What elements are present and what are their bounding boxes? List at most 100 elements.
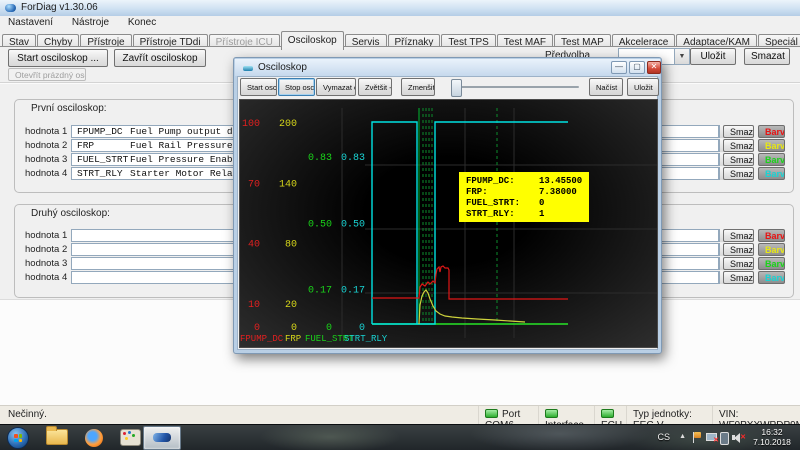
svg-text:140: 140	[279, 179, 297, 190]
svg-text:40: 40	[248, 240, 260, 251]
svg-text:FRP: FRP	[285, 334, 301, 344]
barva-row-button[interactable]: Barva	[758, 153, 785, 166]
paint-icon[interactable]	[120, 429, 141, 446]
fordiag-taskbar-button[interactable]	[143, 426, 181, 450]
signal-name: FUEL_STRT	[77, 154, 128, 166]
smazat-row-button[interactable]: Smazat	[723, 167, 754, 180]
row-label: hodnota 3	[25, 154, 67, 165]
action-center-flag-icon[interactable]	[692, 432, 702, 443]
explorer-icon[interactable]	[46, 429, 68, 445]
row-label: hodnota 1	[25, 126, 67, 137]
ecu-led-icon	[601, 409, 614, 418]
zavrit-osciloskop-button[interactable]: Zavřít osciloskop	[114, 49, 206, 67]
zmen-it-button[interactable]: Zmenšit -	[401, 78, 435, 96]
interface-led-icon	[545, 409, 558, 418]
barva-row-button[interactable]: Barva	[758, 139, 785, 152]
start-oscil-button[interactable]: Start oscil.	[240, 78, 277, 96]
svg-text:10: 10	[248, 300, 260, 311]
svg-text:0: 0	[359, 323, 365, 334]
signal-name: STRT_RLY	[77, 168, 123, 180]
otevrit-prazdny-button[interactable]: Otevřít prázdný osc	[8, 68, 86, 81]
windows-flag-icon	[14, 434, 22, 442]
svg-text:0.50: 0.50	[308, 219, 332, 230]
window-title: ForDiag v1.30.06	[21, 2, 98, 13]
group1-title: První osciloskop:	[31, 103, 107, 114]
row-label: hodnota 4	[25, 168, 67, 179]
row-label: hodnota 3	[25, 258, 67, 269]
status-interface: Interface	[538, 406, 594, 425]
taskbar: CS ▲ ✕ ✕ 16:32 7.10.2018	[0, 424, 800, 450]
chevron-down-icon[interactable]: ▼	[674, 49, 689, 64]
menubar: Nastavení Nástroje Konec	[0, 16, 800, 30]
tray-expand-icon[interactable]: ▲	[679, 433, 686, 440]
svg-text:70: 70	[248, 179, 260, 190]
barva-row-button[interactable]: Barva	[758, 243, 785, 256]
network-icon[interactable]: ✕	[706, 433, 718, 444]
start-osciloskop-button[interactable]: Start osciloskop ...	[8, 49, 108, 67]
smazat-row-button[interactable]: Smazat	[723, 139, 754, 152]
smazat-row-button[interactable]: Smazat	[723, 271, 754, 284]
signal-name: FRP	[77, 140, 94, 152]
ulozit-top-button[interactable]: Uložit	[690, 48, 736, 65]
osc-titlebar[interactable]: Osciloskop	[235, 59, 660, 76]
svg-text:80: 80	[285, 240, 297, 251]
smazat-row-button[interactable]: Smazat	[723, 125, 754, 138]
smazat-top-button[interactable]: Smazat	[744, 48, 790, 65]
smazat-row-button[interactable]: Smazat	[723, 243, 754, 256]
osc-title: Osciloskop	[258, 62, 307, 73]
chart-canvas: 1007040100FPUMP_DC20014080200FRP0.830.50…	[240, 100, 657, 347]
nacist-button[interactable]: Načíst	[589, 78, 623, 96]
tab-strip: StavChybyPřístrojePřístroje TDdiPřístroj…	[2, 30, 800, 47]
svg-text:0.83: 0.83	[308, 153, 332, 164]
device-icon[interactable]	[720, 432, 729, 445]
svg-text:0.83: 0.83	[341, 153, 365, 164]
svg-text:0: 0	[326, 323, 332, 334]
close-button[interactable]: ✕	[647, 61, 661, 74]
firefox-icon[interactable]	[85, 429, 103, 447]
svg-text:20: 20	[285, 300, 297, 311]
menu-nastroje[interactable]: Nástroje	[64, 16, 117, 28]
svg-text:200: 200	[279, 119, 297, 130]
group2-title: Druhý osciloskop:	[31, 208, 110, 219]
barva-row-button[interactable]: Barva	[758, 271, 785, 284]
osc-window-icon	[243, 66, 253, 71]
vymazat-oscil-button[interactable]: Vymazat oscil	[316, 78, 356, 96]
fordiag-task-icon	[153, 433, 171, 442]
svg-text:0: 0	[254, 323, 260, 334]
svg-text:FPUMP_DC: FPUMP_DC	[240, 334, 284, 344]
volume-muted-icon[interactable]: ✕	[732, 432, 746, 443]
zv-t-it-button[interactable]: Zvětšit +	[358, 78, 392, 96]
svg-text:0.50: 0.50	[341, 219, 365, 230]
app-icon	[5, 4, 16, 12]
zoom-slider-thumb[interactable]	[451, 79, 462, 97]
main-titlebar[interactable]: ForDiag v1.30.06	[0, 0, 800, 17]
clock[interactable]: 16:32 7.10.2018	[747, 427, 797, 447]
menu-konec[interactable]: Konec	[120, 16, 164, 28]
menu-nastaveni[interactable]: Nastavení	[0, 16, 61, 28]
barva-row-button[interactable]: Barva	[758, 125, 785, 138]
language-indicator[interactable]: CS	[657, 432, 670, 442]
maximize-button[interactable]: ▢	[629, 61, 645, 74]
svg-text:0.17: 0.17	[341, 286, 365, 297]
oscilloscope-chart[interactable]: 1007040100FPUMP_DC20014080200FRP0.830.50…	[239, 99, 658, 348]
barva-row-button[interactable]: Barva	[758, 229, 785, 242]
status-port: Port COM6	[478, 406, 538, 425]
tab-osciloskop[interactable]: Osciloskop	[281, 31, 344, 50]
svg-text:0.17: 0.17	[308, 286, 332, 297]
row-label: hodnota 4	[25, 272, 67, 283]
zoom-slider-track[interactable]	[451, 86, 579, 88]
barva-row-button[interactable]: Barva	[758, 257, 785, 270]
svg-text:STRT_RLY: STRT_RLY	[344, 334, 388, 344]
screen: ForDiag v1.30.06 Nastavení Nástroje Kone…	[0, 0, 800, 450]
minimize-button[interactable]: —	[611, 61, 627, 74]
start-button[interactable]	[7, 427, 29, 449]
barva-row-button[interactable]: Barva	[758, 167, 785, 180]
ulozit-osc-button[interactable]: Uložit	[627, 78, 659, 96]
row-label: hodnota 2	[25, 244, 67, 255]
tray-date: 7.10.2018	[747, 437, 797, 447]
smazat-row-button[interactable]: Smazat	[723, 153, 754, 166]
smazat-row-button[interactable]: Smazat	[723, 257, 754, 270]
smazat-row-button[interactable]: Smazat	[723, 229, 754, 242]
osciloskop-window: Osciloskop — ▢ ✕ Start oscil.Stop oscil.…	[233, 57, 662, 354]
stop-oscil-button[interactable]: Stop oscil.	[278, 78, 315, 96]
